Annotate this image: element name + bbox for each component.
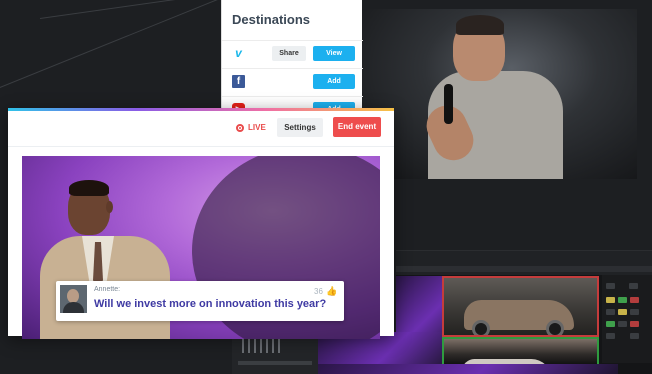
control-button[interactable] [606, 283, 615, 289]
control-button[interactable] [606, 309, 615, 315]
audio-fader[interactable] [260, 339, 262, 353]
audio-fader[interactable] [248, 339, 250, 353]
audio-fader[interactable] [278, 339, 280, 353]
control-button[interactable] [618, 297, 627, 303]
avatar [60, 285, 87, 313]
end-event-button[interactable]: End event [333, 117, 381, 137]
vimeo-icon: v [235, 46, 242, 60]
audio-level-bar [238, 361, 312, 365]
control-button[interactable] [630, 297, 639, 303]
live-indicator-icon [236, 124, 244, 132]
comment-text: Will we invest more on innovation this y… [94, 298, 327, 310]
destinations-panel: Destinations v Share View f Add ▶ Add [221, 0, 363, 118]
featured-comment[interactable]: Annette: Will we invest more on innovati… [56, 281, 344, 321]
background-line [0, 0, 259, 96]
control-button[interactable] [606, 297, 615, 303]
control-button[interactable] [606, 333, 615, 339]
control-button[interactable] [630, 309, 639, 315]
live-status-label: LIVE [248, 123, 266, 132]
audio-fader[interactable] [266, 339, 268, 353]
audio-fader[interactable] [254, 339, 256, 353]
live-event-window: LIVE Settings End event Annette: Will we… [8, 108, 394, 339]
control-button[interactable] [618, 309, 627, 315]
vimeo-share-button[interactable]: Share [272, 46, 306, 61]
facebook-add-button[interactable]: Add [313, 74, 355, 89]
source-tile-bottom-strip[interactable] [318, 364, 618, 374]
comment-author: Annette: [94, 286, 121, 293]
like-count: 36 [314, 287, 323, 296]
facebook-icon: f [232, 75, 245, 88]
destination-row-vimeo: v Share View [222, 40, 363, 66]
control-button[interactable] [630, 333, 639, 339]
control-button[interactable] [630, 321, 639, 327]
destinations-title: Destinations [232, 12, 311, 27]
control-button[interactable] [606, 321, 615, 327]
thumbs-up-icon[interactable]: 👍 [326, 286, 337, 296]
live-event-header: LIVE Settings End event [8, 111, 394, 147]
audio-fader[interactable] [242, 339, 244, 353]
control-button[interactable] [618, 321, 627, 327]
destination-row-facebook: f Add [222, 68, 363, 94]
control-button[interactable] [629, 283, 638, 289]
switcher-strip [396, 266, 652, 272]
source-tile-car-preview[interactable] [442, 276, 599, 337]
speaker-video-preview [358, 9, 637, 179]
live-status: LIVE [236, 122, 276, 134]
settings-button[interactable]: Settings [277, 118, 323, 137]
source-tile-stage-program[interactable] [442, 337, 599, 367]
switcher-control-panel [602, 275, 652, 363]
audio-fader[interactable] [272, 339, 274, 353]
vimeo-view-button[interactable]: View [313, 46, 355, 61]
audio-mixer-panel [232, 333, 318, 374]
